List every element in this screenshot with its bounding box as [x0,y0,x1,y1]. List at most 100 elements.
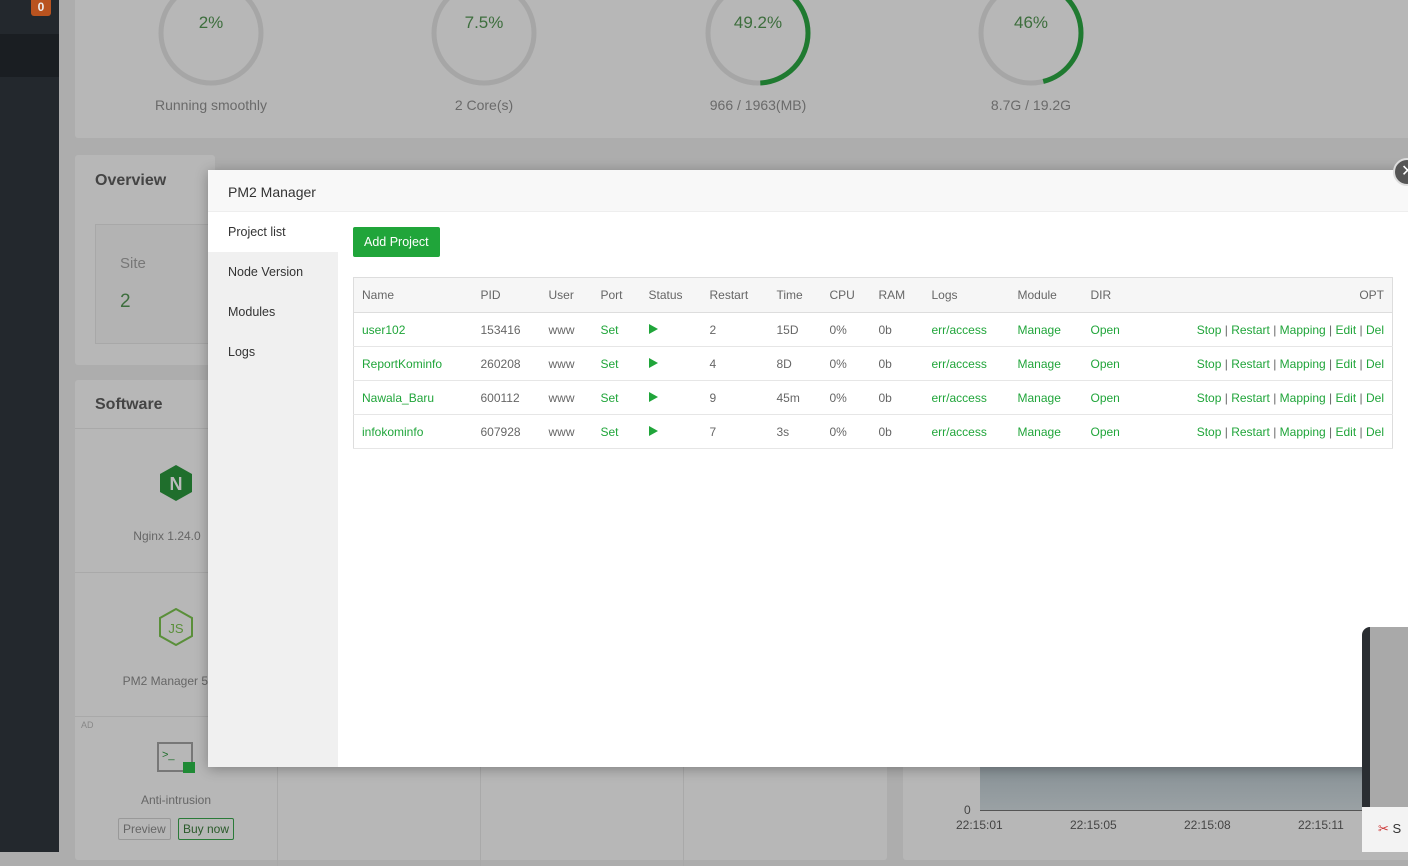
column-header: User [540,277,593,313]
buy-now-button[interactable]: Buy now [178,818,235,840]
terminal-lock-icon: >_ [157,742,195,773]
pid: 607928 [472,414,541,449]
pm2-manager-dialog: PM2 Manager Project list Node Version Mo… [208,170,1408,767]
nav-logs[interactable]: Logs [208,332,338,372]
restart-count: 7 [701,414,769,449]
dir-open-link[interactable]: Open [1091,425,1120,439]
gauge-label: 2 Core(s) [454,97,514,113]
logs-link[interactable]: err/access [932,391,987,405]
x-tick-label: 22:15:08 [1184,818,1231,832]
sidebar-active-item[interactable] [0,34,59,77]
running-play-icon[interactable] [648,391,658,402]
column-header: OPT [1142,277,1393,313]
pid: 153416 [472,312,541,347]
op-restart-link[interactable]: Restart [1231,323,1270,337]
nodejs-icon: JS [159,608,193,646]
port-set-link[interactable]: Set [601,425,619,439]
project-name-link[interactable]: user102 [362,323,405,337]
dir-open-link[interactable]: Open [1091,357,1120,371]
nav-modules[interactable]: Modules [208,292,338,332]
project-name-link[interactable]: Nawala_Baru [362,391,434,405]
op-stop-link[interactable]: Stop [1197,323,1222,337]
nginx-icon: N [160,465,192,501]
column-header: Restart [701,277,769,313]
preview-button[interactable]: Preview [117,818,171,840]
svg-text:>_: >_ [162,749,175,761]
running-play-icon[interactable] [648,425,658,436]
logs-link[interactable]: err/access [932,425,987,439]
op-mapping-link[interactable]: Mapping [1280,425,1326,439]
dir-open-link[interactable]: Open [1091,391,1120,405]
table-row: infokominfo 607928 www Set 7 3s 0% 0b er… [353,414,1393,449]
user: www [540,414,593,449]
uptime: 15D [768,312,822,347]
site-card[interactable]: Site 2 [95,224,225,344]
op-edit-link[interactable]: Edit [1336,391,1357,405]
running-play-icon[interactable] [648,357,658,368]
running-play-icon[interactable] [648,323,658,334]
module-manage-link[interactable]: Manage [1018,323,1061,337]
op-del-link[interactable]: Del [1366,391,1384,405]
column-header: Module [1009,277,1083,313]
op-del-link[interactable]: Del [1366,425,1384,439]
column-header: PID [472,277,541,313]
op-stop-link[interactable]: Stop [1197,357,1222,371]
site-count[interactable]: 2 [120,291,131,313]
op-restart-link[interactable]: Restart [1231,357,1270,371]
column-header: RAM [870,277,924,313]
port-set-link[interactable]: Set [601,323,619,337]
restart-count: 4 [701,346,769,381]
op-restart-link[interactable]: Restart [1231,425,1270,439]
port-set-link[interactable]: Set [601,391,619,405]
taskbar-thumbnail[interactable] [1362,627,1408,807]
logs-link[interactable]: err/access [932,323,987,337]
software-item-anti-intrusion[interactable]: Anti-intrusion [76,793,276,807]
nav-node-version[interactable]: Node Version [208,252,338,292]
op-edit-link[interactable]: Edit [1336,323,1357,337]
gauge-value: 7.5% [464,13,504,32]
gauge-label: Running smoothly [154,97,268,113]
op-del-link[interactable]: Del [1366,323,1384,337]
scissors-icon: ✂ [1378,821,1389,836]
op-mapping-link[interactable]: Mapping [1280,323,1326,337]
cpu: 0% [821,346,871,381]
close-icon: ✕ [1401,163,1408,180]
nav-project-list[interactable]: Project list [208,212,338,252]
module-manage-link[interactable]: Manage [1018,357,1061,371]
op-mapping-link[interactable]: Mapping [1280,391,1326,405]
op-stop-link[interactable]: Stop [1197,425,1222,439]
table-row: Nawala_Baru 600112 www Set 9 45m 0% 0b e… [353,380,1393,415]
op-del-link[interactable]: Del [1366,357,1384,371]
op-edit-link[interactable]: Edit [1336,357,1357,371]
project-table: Name PID User Port Status Restart Time CPU RAM Lo… [353,277,1393,449]
project-name-link[interactable]: ReportKominfo [362,357,442,371]
port-set-link[interactable]: Set [601,357,619,371]
module-manage-link[interactable]: Manage [1018,391,1061,405]
logs-link[interactable]: err/access [932,357,987,371]
uptime: 8D [768,346,822,381]
table-row: user102 153416 www Set 2 15D 0% 0b err/a… [353,312,1393,347]
status-panel: 2% Running smoothly 7.5% 2 Core(s) 49.2%… [75,0,1408,138]
gauge-value: 2% [198,13,224,32]
x-tick-label: 22:15:11 [1298,818,1344,832]
overview-panel: Overview Site 2 [75,155,225,365]
module-manage-link[interactable]: Manage [1018,425,1061,439]
svg-text:N: N [170,474,183,494]
column-header: CPU [821,277,871,313]
dir-open-link[interactable]: Open [1091,323,1120,337]
op-stop-link[interactable]: Stop [1197,391,1222,405]
project-name-link[interactable]: infokominfo [362,425,423,439]
op-edit-link[interactable]: Edit [1336,425,1357,439]
notification-badge[interactable]: 0 [31,0,51,16]
cpu: 0% [821,312,871,347]
op-mapping-link[interactable]: Mapping [1280,357,1326,371]
op-restart-link[interactable]: Restart [1231,391,1270,405]
uptime: 45m [768,380,822,415]
cpu: 0% [821,414,871,449]
add-project-button[interactable]: Add Project [353,227,440,257]
snipping-tool-item[interactable]: ✂ S [1362,807,1408,852]
y-tick-0: 0 [964,803,971,817]
column-header: Name [353,277,473,313]
ram: 0b [870,346,924,381]
user: www [540,346,593,381]
